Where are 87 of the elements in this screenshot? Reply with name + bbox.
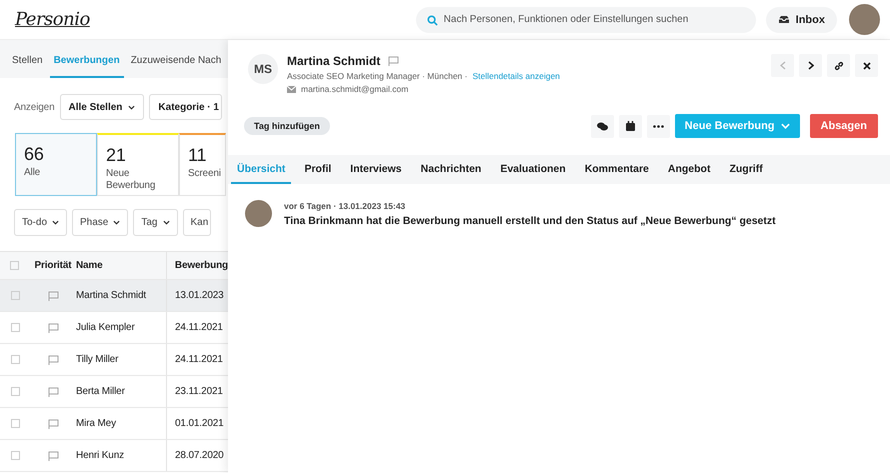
table-cell-text: Berta Miller (76, 386, 126, 397)
checkbox[interactable] (10, 323, 20, 332)
table-cell-text: Martina Schmidt (76, 290, 148, 301)
checkbox[interactable] (10, 387, 20, 396)
chat-button[interactable] (590, 114, 614, 138)
tab[interactable]: Zugriff (723, 155, 769, 184)
user-avatar (245, 200, 272, 227)
table-row[interactable]: Henri Kunz 28.07.2020 (0, 440, 228, 472)
tab[interactable]: Stellen (8, 40, 47, 78)
table-row[interactable]: Berta Miller 23.11.2021 (0, 376, 228, 408)
filter-button[interactable]: Phase (72, 209, 128, 236)
checkbox[interactable] (10, 355, 20, 364)
flag-icon[interactable] (48, 354, 58, 364)
filter-button[interactable]: To-do (14, 209, 68, 236)
link-icon (834, 60, 844, 70)
table-cell-text: Tilly Miller (76, 354, 120, 365)
candidate-name: Martina Schmidt (287, 54, 380, 68)
more-dots-icon (652, 124, 664, 128)
chevron-down-icon (128, 104, 136, 110)
table-cell: 01.01.2021 (166, 408, 224, 439)
inbox-button[interactable]: Inbox (766, 6, 837, 32)
initials-avatar: MS (248, 54, 278, 84)
flag-icon[interactable] (48, 418, 58, 428)
filter-label: Anzeigen (14, 102, 54, 112)
dropdown[interactable]: Alle Stellen (60, 94, 144, 120)
tab[interactable]: Kommentare (578, 155, 655, 184)
close-button[interactable] (855, 54, 878, 77)
activity-text: Tina Brinkmann hat die Bewerbung manuell erstellt und den Status auf „Neue Bewerbung“ gesetzt (284, 215, 776, 227)
previous-button[interactable] (771, 54, 794, 77)
column-header[interactable]: Priorität (30, 260, 76, 271)
table-cell: 13.01.2023 (166, 280, 224, 311)
stage-card[interactable]: 11 Screeni (179, 133, 226, 196)
activity-timestamp: vor 6 Tagen · 13.01.2023 15:43 (284, 201, 406, 211)
flag-icon[interactable] (48, 322, 58, 332)
table-cell-text: Henri Kunz (76, 450, 125, 461)
chevron-down-icon (780, 123, 790, 129)
reject-button[interactable]: Absagen (810, 114, 878, 138)
chevron-down-icon (162, 220, 170, 225)
table-row[interactable]: Tilly Miller 24.11.2021 (0, 344, 228, 376)
tab[interactable]: Nachrichten (414, 155, 488, 184)
flag-icon[interactable] (388, 56, 400, 66)
close-icon (862, 62, 870, 70)
inbox-icon (778, 15, 790, 24)
next-button[interactable] (799, 54, 822, 77)
table-cell: 23.11.2021 (166, 376, 223, 407)
checkbox[interactable] (10, 419, 20, 428)
more-button[interactable] (646, 114, 670, 138)
stage-card[interactable]: 66 Alle (15, 133, 97, 196)
flag-icon[interactable] (48, 290, 58, 300)
checkbox[interactable] (10, 451, 20, 460)
chevron-left-icon (780, 61, 786, 70)
table-row[interactable]: Julia Kempler 24.11.2021 (0, 312, 228, 344)
mail-icon (287, 86, 296, 92)
flag-icon[interactable] (48, 386, 58, 396)
table-row[interactable]: Mira Mey 01.01.2021 (0, 408, 228, 440)
dropdown[interactable]: Kategorie · 1 (149, 94, 222, 120)
chevron-down-icon (52, 220, 60, 225)
tab[interactable]: Profil (298, 155, 338, 184)
tab[interactable]: Angebot (662, 155, 716, 184)
column-header[interactable]: Name (76, 260, 166, 271)
table-cell-text: Julia Kempler (76, 322, 136, 333)
checkbox[interactable] (10, 291, 20, 300)
filter-button[interactable]: Kan (182, 209, 212, 236)
chevron-right-icon (808, 61, 814, 70)
table-cell: 24.11.2021 (166, 312, 223, 343)
speech-bubbles-icon (596, 122, 608, 130)
tab[interactable]: Zuzuweisende Nach (126, 40, 226, 78)
user-avatar[interactable] (849, 4, 880, 35)
calendar-button[interactable] (618, 114, 642, 138)
job-subtitle: Associate SEO Marketing Manager · München · (287, 71, 468, 81)
table-row[interactable]: Martina Schmidt 13.01.2023 (0, 280, 228, 312)
search-field[interactable]: Nach Personen, Funktionen oder Einstellungen suchen (416, 6, 756, 32)
table-cell: 28.07.2020 (166, 440, 224, 471)
flag-icon[interactable] (48, 450, 58, 460)
tab[interactable]: Evaluationen (494, 155, 572, 184)
calendar-icon (626, 121, 635, 131)
add-tag-button[interactable]: Tag hinzufügen (244, 117, 330, 135)
table-cell: 24.11.2021 (166, 344, 223, 375)
email: martina.schmidt@gmail.com (301, 84, 408, 94)
tab[interactable]: Interviews (344, 155, 408, 184)
stage-card[interactable]: 21 Neue Bewerbung (97, 133, 179, 196)
filter-button[interactable]: Tag (133, 209, 178, 236)
link-button[interactable] (827, 54, 850, 77)
checkbox[interactable] (10, 261, 20, 270)
chevron-down-icon (113, 220, 120, 225)
logo[interactable]: Personio (15, 9, 90, 30)
table-cell-text: Mira Mey (76, 418, 117, 429)
